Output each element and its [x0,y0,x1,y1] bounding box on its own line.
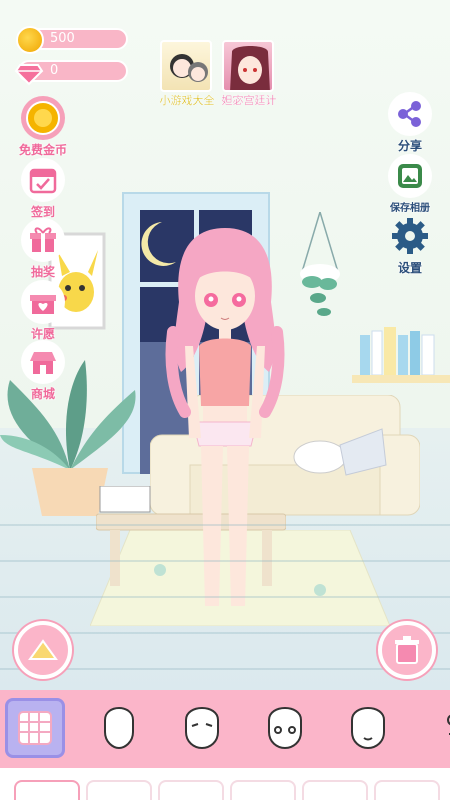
tab-face-shape[interactable] [89,698,149,758]
shop-button[interactable]: 商城 [13,340,73,402]
tab-background[interactable] [5,698,65,758]
gem-value: 0 [50,63,59,78]
coin-value: 500 [50,31,75,46]
gear-icon [392,218,428,254]
promo-label: 妲宓宫廷计 [221,94,277,107]
gift-icon [30,227,56,252]
wish-gift-icon [30,295,56,314]
wish-button[interactable]: 许愿 [13,280,73,342]
expand-panel-button[interactable] [14,621,72,679]
triangle-up-icon [28,639,58,660]
bookshelf-icon [352,327,450,383]
coin-icon [26,101,60,135]
item-slot[interactable] [86,780,152,800]
settings-button[interactable]: 设置 [380,214,440,276]
check-in-button[interactable]: 签到 [13,158,73,220]
tab-accessory[interactable] [420,698,450,758]
item-slot[interactable] [230,780,296,800]
item-slot[interactable] [374,780,440,800]
hanging-plant-icon [300,212,340,316]
eyebrows-icon [185,707,219,750]
gem-counter: 0 [14,60,128,86]
item-slot[interactable] [302,780,368,800]
tab-eyebrows[interactable] [172,698,232,758]
mouth-icon [351,707,385,750]
settings-label: 设置 [397,261,422,275]
free-coins-label: 免费金币 [18,143,67,157]
palace-game-thumbnail [222,40,274,92]
shop-label: 商城 [30,387,55,401]
mini-games-thumbnail [160,40,212,92]
eyes-icon [268,707,302,750]
save-photo-button[interactable]: 保存相册 [380,154,440,214]
delete-button[interactable] [378,621,436,679]
lottery-button[interactable]: 抽奖 [13,218,73,280]
promo-mini-games[interactable]: 小游戏大全 [159,40,215,108]
free-coins-button[interactable]: 免费金币 [13,96,73,158]
share-button[interactable]: 分享 [380,92,440,154]
face-shape-icon [104,707,134,750]
promo-label: 小游戏大全 [159,94,215,107]
save-photo-label: 保存相册 [390,203,430,214]
category-tab-bar [0,690,450,768]
promo-palace-game[interactable]: 妲宓宫廷计 [221,40,277,108]
calendar-icon [29,168,57,194]
coin-icon [16,26,44,54]
share-label: 分享 [397,139,422,153]
lottery-label: 抽奖 [30,265,55,279]
share-icon [398,101,421,127]
item-tray [0,768,450,800]
item-slot[interactable] [14,780,80,800]
background-icon [18,711,52,745]
item-slot[interactable] [158,780,224,800]
tab-eyes[interactable] [255,698,315,758]
coin-counter: 500 [16,26,128,54]
accessory-icon [447,714,450,735]
trash-icon [395,636,419,664]
shop-icon [30,352,56,374]
diamond-icon [14,64,44,86]
save-photo-icon [398,164,422,188]
tab-mouth[interactable] [338,698,398,758]
